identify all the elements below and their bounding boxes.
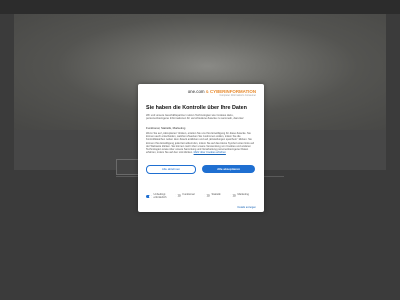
dialog-purposes-text: Funktional, Statistik, Marketing (146, 126, 186, 130)
toggle-functional[interactable]: Funktional (175, 193, 195, 198)
brand-name: one.com (187, 89, 205, 94)
consent-toggles: Unbedingt erforderlich Funktional Statis… (146, 193, 262, 204)
reject-all-button[interactable]: Alle ablehnen (146, 165, 196, 174)
dialog-title: Sie haben die Kontrolle über Ihre Daten (146, 105, 247, 111)
dialog-intro-text: Wir und unsere Geschäftspartner nutzen T… (146, 114, 245, 121)
toggle-switch-icon[interactable] (146, 195, 152, 199)
top-bar (0, 0, 400, 14)
toggle-label: Funktional (182, 193, 195, 197)
brand-tagline: Computer Information's Consumer (219, 94, 256, 98)
toggle-switch-icon[interactable] (230, 194, 236, 198)
toggle-marketing[interactable]: Marketing (230, 193, 249, 198)
toggle-label: Unbedingt erforderlich (153, 193, 167, 199)
toggle-switch-icon[interactable] (204, 194, 210, 198)
brand-separator: & (205, 89, 209, 94)
toggle-necessary[interactable]: Unbedingt erforderlich (146, 193, 168, 200)
show-details-link[interactable]: Details anzeigen (238, 206, 256, 209)
cookie-consent-dialog: one.com & CYBERINFORMATION Computer Info… (138, 84, 264, 212)
accept-all-button[interactable]: Alle akzeptieren (202, 165, 255, 173)
toggle-label: Statistik (211, 193, 221, 197)
brand-partner: CYBERINFORMATION (209, 89, 256, 94)
dialog-detail-text: Wenn Sie auf „Akzeptieren“ klicken, erte… (146, 132, 256, 154)
cookie-info-link[interactable]: Mehr über Cookies erfahren (194, 151, 226, 154)
toggle-label: Marketing (237, 193, 249, 197)
toggle-statistics[interactable]: Statistik (204, 193, 221, 198)
toggle-switch-icon[interactable] (175, 194, 181, 198)
brand-logo: one.com & CYBERINFORMATION Computer Info… (187, 89, 256, 98)
